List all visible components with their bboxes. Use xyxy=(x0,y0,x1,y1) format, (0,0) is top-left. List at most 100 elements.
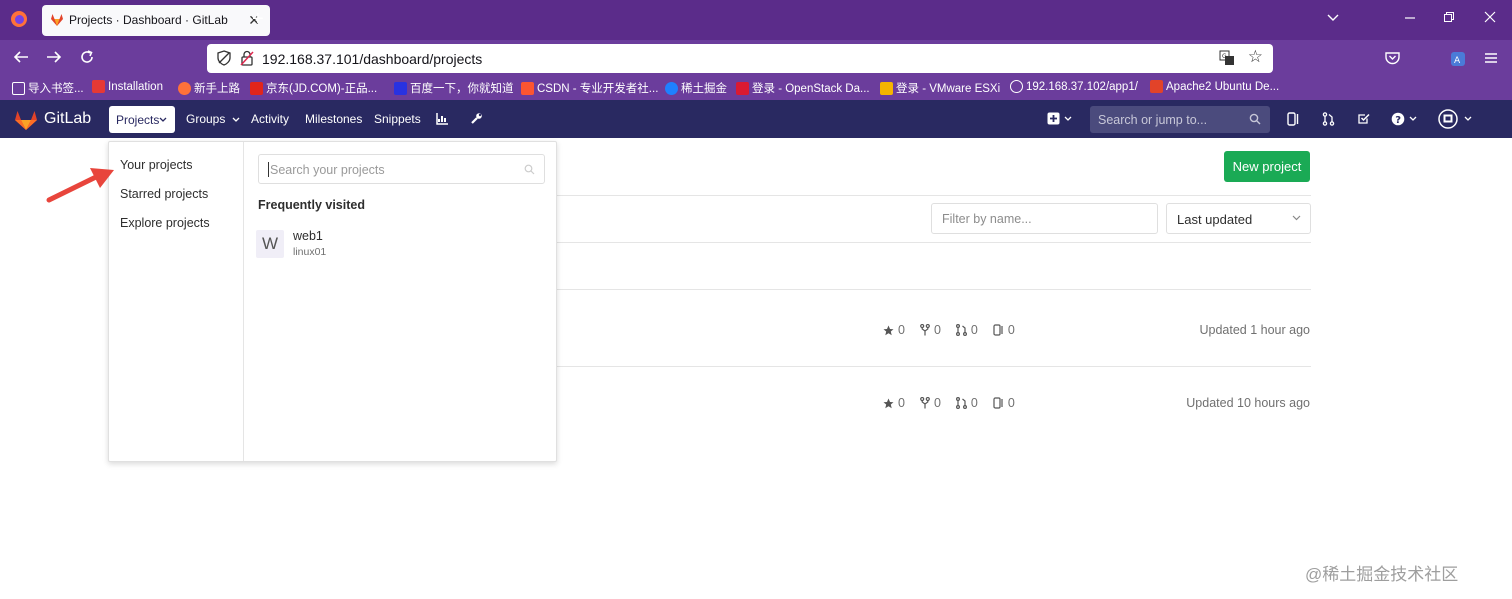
fork-count[interactable]: 0 xyxy=(920,396,941,410)
issue-count[interactable]: 0 xyxy=(993,323,1015,337)
bookmark-item[interactable]: CSDN - 专业开发者社... xyxy=(521,80,658,96)
fork-icon xyxy=(920,324,930,336)
tab-list-chevron-icon[interactable] xyxy=(1327,11,1339,23)
bookmark-star-icon[interactable]: ☆ xyxy=(1248,48,1263,66)
translate-icon[interactable]: G xyxy=(1219,50,1235,66)
nav-groups[interactable]: Groups xyxy=(186,112,240,126)
bookmark-favicon-icon xyxy=(521,81,534,95)
divider xyxy=(557,366,1311,367)
svg-text:G: G xyxy=(1222,53,1227,60)
gitlab-favicon-icon xyxy=(50,13,64,27)
fork-count[interactable]: 0 xyxy=(920,323,941,337)
restore-button[interactable] xyxy=(1443,11,1455,23)
globe-icon xyxy=(1010,80,1023,93)
filter-placeholder: Filter by name... xyxy=(942,212,1032,226)
nav-milestones[interactable]: Milestones xyxy=(305,112,362,126)
menu-item-explore-projects[interactable]: Explore projects xyxy=(120,216,210,230)
bookmark-favicon-icon xyxy=(665,81,678,95)
frequent-project-name[interactable]: web1 xyxy=(293,229,323,243)
browser-nav-bar: 192.168.37.101/dashboard/projects G ☆ A xyxy=(0,40,1512,76)
dropdown-menu-list: Your projects Starred projects Explore p… xyxy=(109,142,244,461)
bookmark-item[interactable]: 新手上路 xyxy=(178,80,240,96)
merge-request-icon[interactable] xyxy=(1322,112,1335,126)
gitlab-brand[interactable]: GitLab xyxy=(44,110,91,128)
fork-icon xyxy=(920,397,930,409)
bookmark-favicon-icon xyxy=(92,80,105,93)
star-count[interactable]: 0 xyxy=(883,323,905,337)
issue-count[interactable]: 0 xyxy=(993,396,1015,410)
todo-check-icon[interactable] xyxy=(1357,112,1370,125)
bookmark-item[interactable]: 192.168.37.102/app1/ xyxy=(1010,80,1138,93)
nav-projects[interactable]: Projects xyxy=(109,106,175,133)
star-count[interactable]: 0 xyxy=(883,396,905,410)
nav-activity[interactable]: Activity xyxy=(251,112,289,126)
search-placeholder: Search or jump to... xyxy=(1098,113,1208,127)
merge-request-count[interactable]: 0 xyxy=(955,323,978,337)
annotation-arrow-icon xyxy=(46,168,114,203)
merge-request-icon xyxy=(955,397,967,409)
url-text: 192.168.37.101/dashboard/projects xyxy=(262,51,483,67)
bookmark-item[interactable]: 百度一下，你就知道 xyxy=(394,80,514,96)
menu-item-your-projects[interactable]: Your projects xyxy=(120,158,193,172)
project-avatar[interactable]: W xyxy=(256,230,284,258)
issues-icon[interactable] xyxy=(1287,112,1300,126)
back-button[interactable] xyxy=(13,49,29,65)
bookmark-favicon-icon xyxy=(736,81,749,95)
bookmark-item[interactable]: Installation xyxy=(92,80,163,93)
bookmark-item[interactable]: 登录 - OpenStack Da... xyxy=(736,80,870,96)
watermark: @稀土掘金技术社区 xyxy=(1305,565,1459,584)
translate-extension-icon[interactable]: A xyxy=(1450,51,1466,67)
firefox-logo-icon[interactable] xyxy=(10,10,28,28)
global-search-input[interactable]: Search or jump to... xyxy=(1090,106,1270,133)
bookmarks-bar: 导入书签... Installation 新手上路 京东(JD.COM)-正品.… xyxy=(0,76,1512,100)
browser-tab-active[interactable]: Projects · Dashboard · GitLab ✕ xyxy=(42,5,270,36)
bookmark-favicon-icon xyxy=(880,81,893,95)
bookmark-favicon-icon xyxy=(1150,80,1163,93)
pocket-icon[interactable] xyxy=(1385,51,1400,65)
sort-dropdown[interactable]: Last updated xyxy=(1166,203,1311,234)
user-avatar[interactable] xyxy=(1438,109,1474,129)
reload-button[interactable] xyxy=(79,49,95,65)
merge-request-count[interactable]: 0 xyxy=(955,396,978,410)
bookmark-favicon-icon xyxy=(250,81,263,95)
svg-text:?: ? xyxy=(1395,115,1401,126)
divider xyxy=(557,289,1311,290)
search-icon xyxy=(1249,113,1261,125)
bookmark-item[interactable]: 导入书签... xyxy=(12,80,84,96)
filter-by-name-input[interactable]: Filter by name... xyxy=(931,203,1158,234)
insecure-lock-icon[interactable] xyxy=(240,50,254,66)
chart-icon[interactable] xyxy=(436,112,449,125)
tracking-shield-icon[interactable] xyxy=(216,50,232,66)
address-bar[interactable]: 192.168.37.101/dashboard/projects G ☆ xyxy=(207,44,1273,73)
search-projects-input[interactable]: Search your projects xyxy=(258,154,545,184)
forward-button[interactable] xyxy=(46,49,62,65)
close-window-button[interactable] xyxy=(1484,11,1496,23)
plus-square-icon[interactable] xyxy=(1047,112,1073,125)
menu-item-starred-projects[interactable]: Starred projects xyxy=(120,187,208,201)
help-icon[interactable]: ? xyxy=(1391,112,1419,126)
bookmark-item[interactable]: 京东(JD.COM)-正品... xyxy=(250,80,377,96)
new-tab-button[interactable]: + xyxy=(252,9,264,29)
bookmark-favicon-icon xyxy=(178,81,191,95)
bookmark-item[interactable]: 稀土掘金 xyxy=(665,80,727,96)
bookmark-favicon-icon xyxy=(394,81,407,95)
sort-selected-label: Last updated xyxy=(1177,212,1253,227)
gitlab-header: GitLab Projects Groups Activity Mileston… xyxy=(0,100,1512,138)
updated-time: Updated 1 hour ago xyxy=(1199,323,1310,337)
bookmark-item[interactable]: Apache2 Ubuntu De... xyxy=(1150,80,1279,93)
wrench-icon[interactable] xyxy=(470,112,483,125)
nav-snippets[interactable]: Snippets xyxy=(374,112,421,126)
search-icon xyxy=(524,164,535,175)
frequent-project-namespace: linux01 xyxy=(293,246,327,258)
gitlab-logo-icon[interactable] xyxy=(14,109,38,131)
star-icon xyxy=(883,325,894,335)
merge-request-icon xyxy=(955,324,967,336)
project-stats: 0 0 0 0 xyxy=(883,323,1030,337)
star-icon xyxy=(883,398,894,408)
import-icon xyxy=(12,81,25,95)
minimize-button[interactable] xyxy=(1404,11,1416,23)
menu-icon[interactable] xyxy=(1484,51,1498,65)
bookmark-item[interactable]: 登录 - VMware ESXi xyxy=(880,80,1000,96)
new-project-button[interactable]: New project xyxy=(1224,151,1310,182)
tab-title: Projects · Dashboard · GitLab xyxy=(69,13,228,27)
